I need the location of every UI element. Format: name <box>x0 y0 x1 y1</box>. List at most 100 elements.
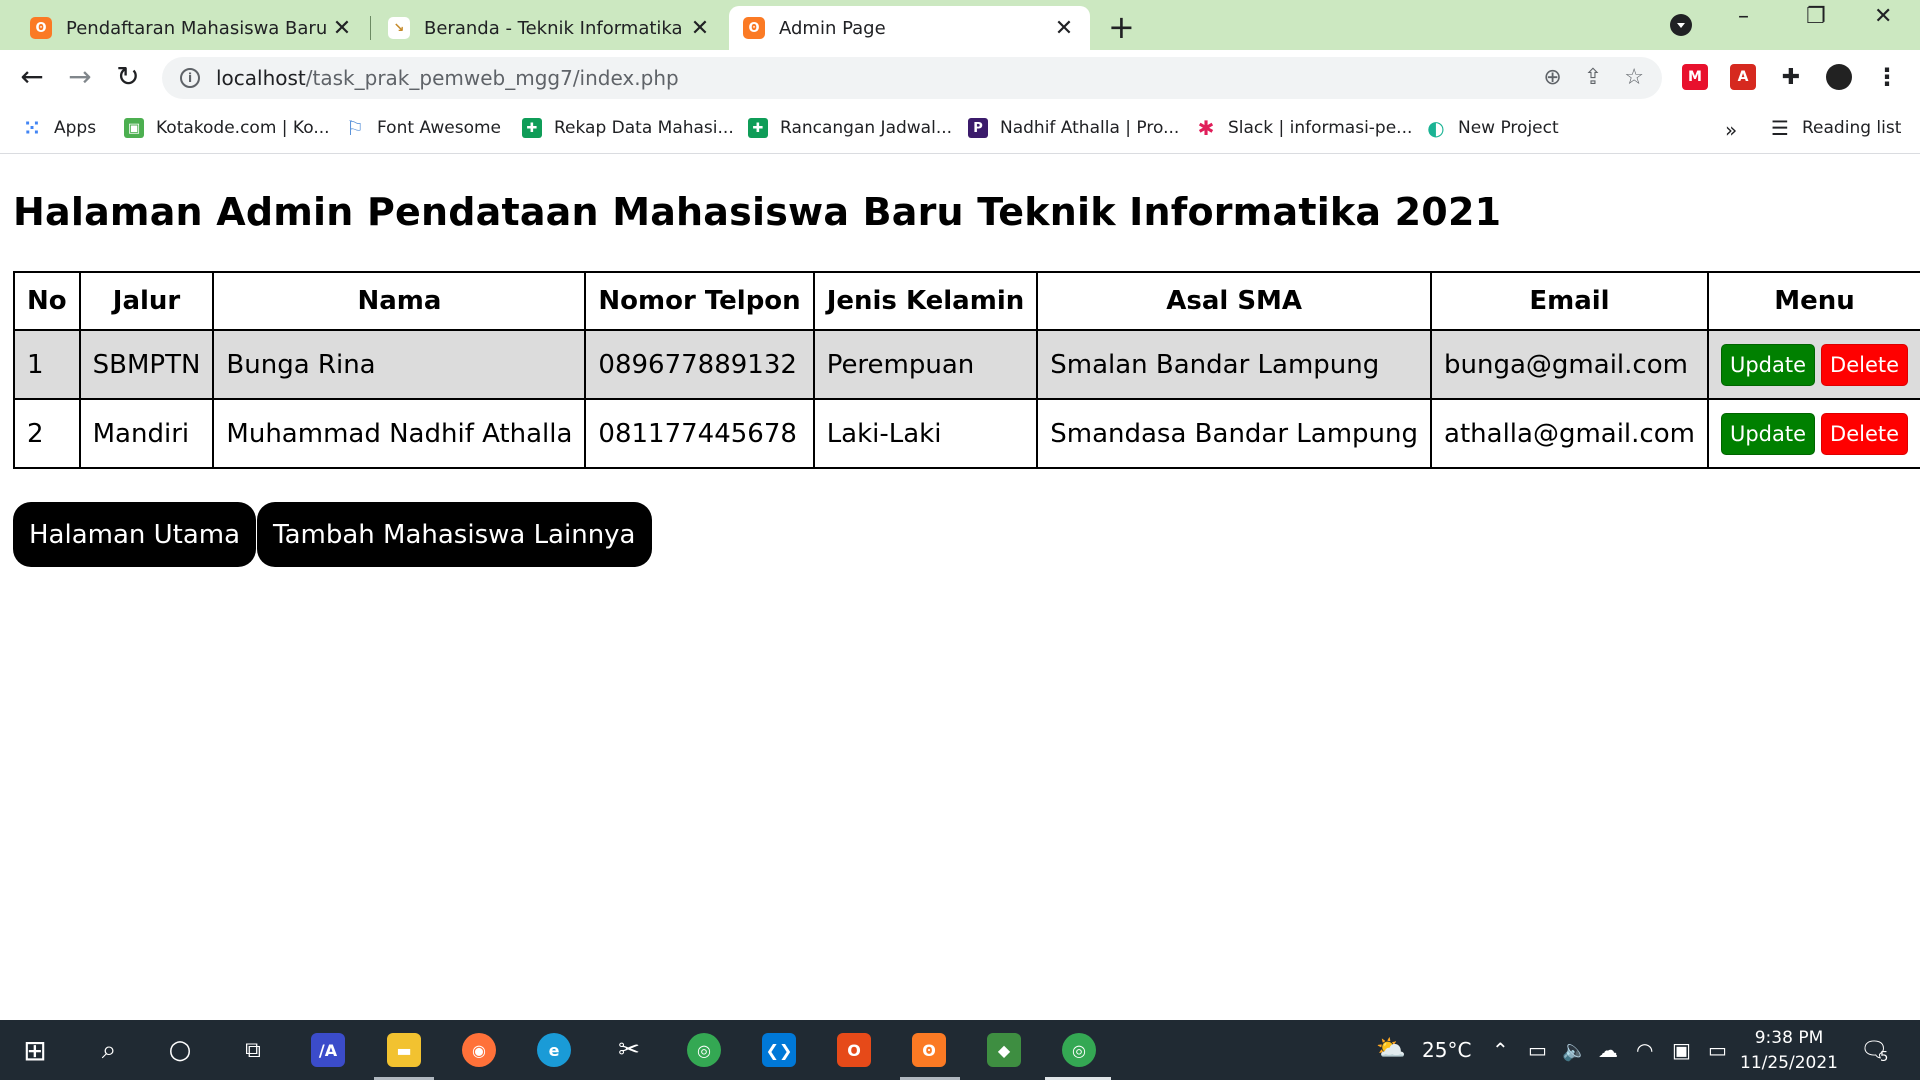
cell-telpon: 081177445678 <box>584 398 815 469</box>
chrome-icon[interactable]: ◎ <box>1062 1033 1096 1067</box>
tab-search-icon[interactable] <box>1670 14 1692 36</box>
extension-icon[interactable]: M <box>1682 64 1708 90</box>
file-explorer-icon[interactable]: ▬ <box>387 1033 421 1067</box>
bookmark-apps[interactable]: ⁙ Apps <box>22 116 96 140</box>
chrome-icon[interactable]: ◎ <box>687 1033 721 1067</box>
bookmark-nadhif[interactable]: P Nadhif Athalla | Pro... <box>968 118 1179 138</box>
bookmark-label: Rekap Data Mahasi... <box>554 118 734 138</box>
avatar[interactable] <box>1826 64 1852 90</box>
zoom-icon[interactable]: ⊕ <box>1543 65 1561 90</box>
edge-icon[interactable]: e <box>537 1033 571 1067</box>
bookmark-slack[interactable]: ✱ Slack | informasi-pe... <box>1196 116 1413 140</box>
bookmark-font-awesome[interactable]: ⚐ Font Awesome <box>345 116 501 140</box>
page-title: Halaman Admin Pendataan Mahasiswa Baru T… <box>13 190 1502 234</box>
delete-button[interactable]: Delete <box>1821 343 1909 386</box>
table-header-row: No Jalur Nama Nomor Telpon Jenis Kelamin… <box>13 271 1920 331</box>
weather-icon[interactable]: ⛅ <box>1376 1034 1406 1062</box>
cell-jalur: Mandiri <box>78 398 215 469</box>
students-table: No Jalur Nama Nomor Telpon Jenis Kelamin… <box>13 271 1920 469</box>
table-row: 1 SBMPTN Bunga Rina 089677889132 Perempu… <box>13 329 1920 400</box>
volume-icon[interactable]: 🔈 <box>1562 1038 1587 1062</box>
task-view-icon[interactable]: ⧉ <box>236 1033 270 1067</box>
header-jenis-kelamin: Jenis Kelamin <box>812 271 1039 331</box>
home-button[interactable]: Halaman Utama <box>13 502 257 567</box>
add-student-button[interactable]: Tambah Mahasiswa Lainnya <box>257 502 652 567</box>
cell-jalur: SBMPTN <box>78 329 215 400</box>
bookmark-rekap[interactable]: ✚ Rekap Data Mahasi... <box>522 118 734 138</box>
windows-start-icon[interactable]: ⊞ <box>18 1033 52 1067</box>
minimize-icon[interactable]: – <box>1738 4 1749 29</box>
bookmark-label: Slack | informasi-pe... <box>1228 118 1413 138</box>
delete-button[interactable]: Delete <box>1821 412 1909 455</box>
back-button[interactable]: ← <box>14 60 50 93</box>
meet-icon[interactable]: ▭ <box>1528 1038 1547 1062</box>
tab-strip: ʘ Pendaftaran Mahasiswa Baru IF 2 ✕ ↘ Be… <box>0 0 1920 50</box>
address-bar[interactable]: i localhost /task_prak_pemweb_mgg7/index… <box>162 57 1662 99</box>
header-email: Email <box>1430 271 1709 331</box>
reload-button[interactable]: ↻ <box>110 60 146 93</box>
update-button[interactable]: Update <box>1720 412 1816 455</box>
onedrive-icon[interactable]: ☁ <box>1598 1038 1618 1062</box>
portfolio-icon: P <box>968 118 988 138</box>
bookmark-label: Nadhif Athalla | Pro... <box>1000 118 1180 138</box>
reading-list-icon: ☰ <box>1771 116 1789 140</box>
restore-icon[interactable]: ❐ <box>1806 4 1826 29</box>
menu-icon[interactable]: ⋮ <box>1874 63 1900 91</box>
xampp-icon: ʘ <box>30 17 52 39</box>
firefox-icon[interactable]: ◉ <box>462 1033 496 1067</box>
tab-title: Pendaftaran Mahasiswa Baru IF 2 <box>66 17 330 39</box>
app-icon[interactable]: ◆ <box>987 1033 1021 1067</box>
slack-icon: ✱ <box>1197 116 1215 140</box>
xampp-icon: ʘ <box>743 17 765 39</box>
pdf-extension-icon[interactable]: A <box>1730 64 1756 90</box>
close-icon[interactable]: ✕ <box>688 16 712 41</box>
forward-button[interactable]: → <box>62 60 98 93</box>
office-icon[interactable]: O <box>837 1033 871 1067</box>
cell-menu: Update Delete <box>1706 329 1920 400</box>
close-icon[interactable]: ✕ <box>1052 16 1076 41</box>
window-close-icon[interactable]: ✕ <box>1874 4 1892 29</box>
more-bookmarks-button[interactable]: » <box>1725 118 1737 142</box>
weather-temperature[interactable]: 25°C <box>1422 1038 1471 1062</box>
cell-asal-sma: Smandasa Bandar Lampung <box>1036 398 1433 469</box>
search-icon[interactable]: ⌕ <box>92 1033 126 1067</box>
notification-count: 5 <box>1880 1050 1889 1065</box>
puzzle-icon[interactable]: ✚ <box>1778 64 1804 90</box>
star-icon[interactable]: ☆ <box>1624 65 1644 90</box>
cortana-icon[interactable]: ○ <box>163 1033 197 1067</box>
header-nama: Nama <box>212 271 587 331</box>
tab-admin-page[interactable]: ʘ Admin Page ✕ <box>729 6 1090 50</box>
sheets-icon: ✚ <box>522 118 542 138</box>
url-path: /task_prak_pemweb_mgg7/index.php <box>305 66 679 90</box>
close-icon[interactable]: ✕ <box>330 16 354 41</box>
network-icon[interactable]: ▣ <box>1672 1038 1691 1062</box>
share-icon[interactable]: ⇪ <box>1584 65 1602 90</box>
bookmark-new-project[interactable]: ◐ New Project <box>1426 116 1558 140</box>
cell-email: bunga@gmail.com <box>1430 329 1709 400</box>
header-jalur: Jalur <box>78 271 215 331</box>
vscode-icon[interactable]: ❮❯ <box>762 1033 796 1067</box>
snip-icon[interactable]: ✂ <box>612 1033 646 1067</box>
update-button[interactable]: Update <box>1720 343 1816 386</box>
project-icon: ◐ <box>1427 116 1445 140</box>
battery-icon[interactable]: ▭ <box>1708 1038 1727 1062</box>
bookmark-rancangan[interactable]: ✚ Rancangan Jadwal... <box>748 118 952 138</box>
wifi-icon[interactable]: ◠ <box>1636 1038 1653 1062</box>
bookmark-label: Rancangan Jadwal... <box>780 118 953 138</box>
new-tab-button[interactable]: + <box>1108 8 1135 46</box>
chevron-up-icon[interactable]: ⌃ <box>1492 1038 1509 1062</box>
reading-list-button[interactable]: ☰ Reading list <box>1770 116 1901 140</box>
cell-no: 1 <box>13 329 81 400</box>
app-icon[interactable]: /A <box>311 1033 345 1067</box>
tab-pendaftaran[interactable]: ʘ Pendaftaran Mahasiswa Baru IF 2 ✕ <box>16 6 368 50</box>
clock[interactable]: 9:38 PM 11/25/2021 <box>1740 1026 1838 1076</box>
info-icon[interactable]: i <box>180 68 200 88</box>
cell-jenis-kelamin: Laki-Laki <box>812 398 1039 469</box>
header-telpon: Nomor Telpon <box>584 271 815 331</box>
cell-telpon: 089677889132 <box>584 329 815 400</box>
clock-date: 11/25/2021 <box>1740 1053 1838 1073</box>
cell-menu: Update Delete <box>1706 398 1920 469</box>
xampp-icon[interactable]: ʘ <box>912 1033 946 1067</box>
bookmark-kotakode[interactable]: ▣ Kotakode.com | Ko... <box>124 118 330 138</box>
tab-beranda[interactable]: ↘ Beranda - Teknik Informatika ✕ <box>374 6 726 50</box>
